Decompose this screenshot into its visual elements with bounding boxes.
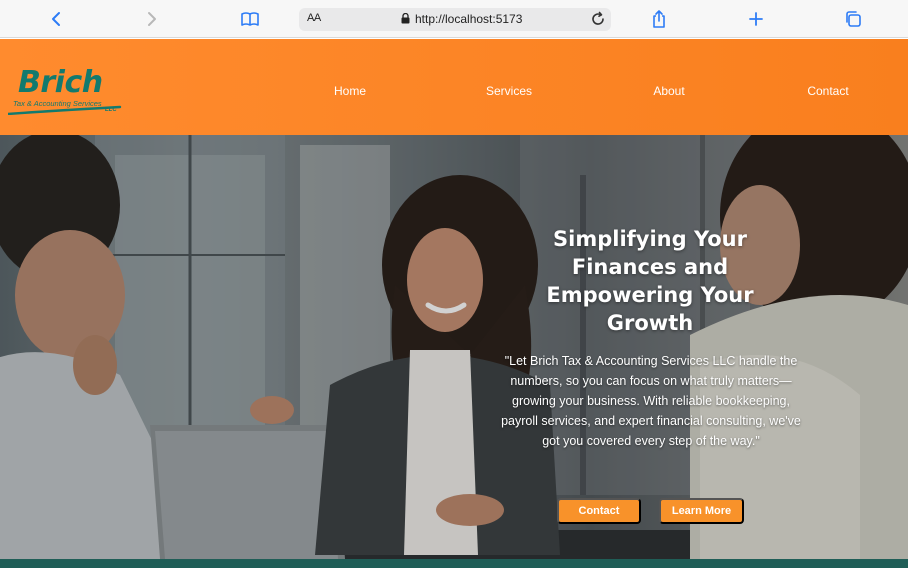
nav-services[interactable]: Services	[486, 84, 532, 98]
nav-about[interactable]: About	[653, 84, 684, 98]
logo-suffix: LLC	[105, 107, 117, 113]
forward-icon[interactable]	[140, 7, 164, 31]
new-tab-icon[interactable]	[744, 7, 768, 31]
logo-tagline: Tax & Accounting Services	[13, 99, 102, 108]
lock-icon	[401, 12, 410, 27]
tabs-icon[interactable]	[841, 7, 865, 31]
hero-description: "Let Brich Tax & Accounting Services LLC…	[501, 354, 801, 448]
nav-home[interactable]: Home	[334, 84, 366, 98]
brich-logo[interactable]: Brich Tax & Accounting Services LLC	[8, 65, 128, 117]
reload-icon[interactable]	[590, 11, 606, 30]
hero-section: Simplifying Your Finances and Empowering…	[0, 135, 908, 559]
logo-word: Brich	[18, 65, 103, 100]
reader-icon[interactable]	[238, 7, 262, 31]
share-icon[interactable]	[647, 7, 671, 31]
text-size-button[interactable]: AA	[307, 12, 321, 24]
url-text: http://localhost:5173	[415, 12, 523, 26]
browser-toolbar: AA http://localhost:5173	[0, 0, 908, 38]
address-bar[interactable]: AA http://localhost:5173	[299, 8, 611, 31]
contact-button[interactable]: Contact	[557, 498, 641, 524]
nav-contact[interactable]: Contact	[807, 84, 848, 98]
next-section-strip	[0, 559, 908, 568]
site-header: Brich Tax & Accounting Services LLC Home…	[0, 39, 908, 135]
learn-more-button[interactable]: Learn More	[659, 498, 744, 524]
back-icon[interactable]	[44, 7, 68, 31]
hero-background-photo	[0, 135, 908, 559]
hero-title: Simplifying Your Finances and Empowering…	[546, 227, 754, 335]
